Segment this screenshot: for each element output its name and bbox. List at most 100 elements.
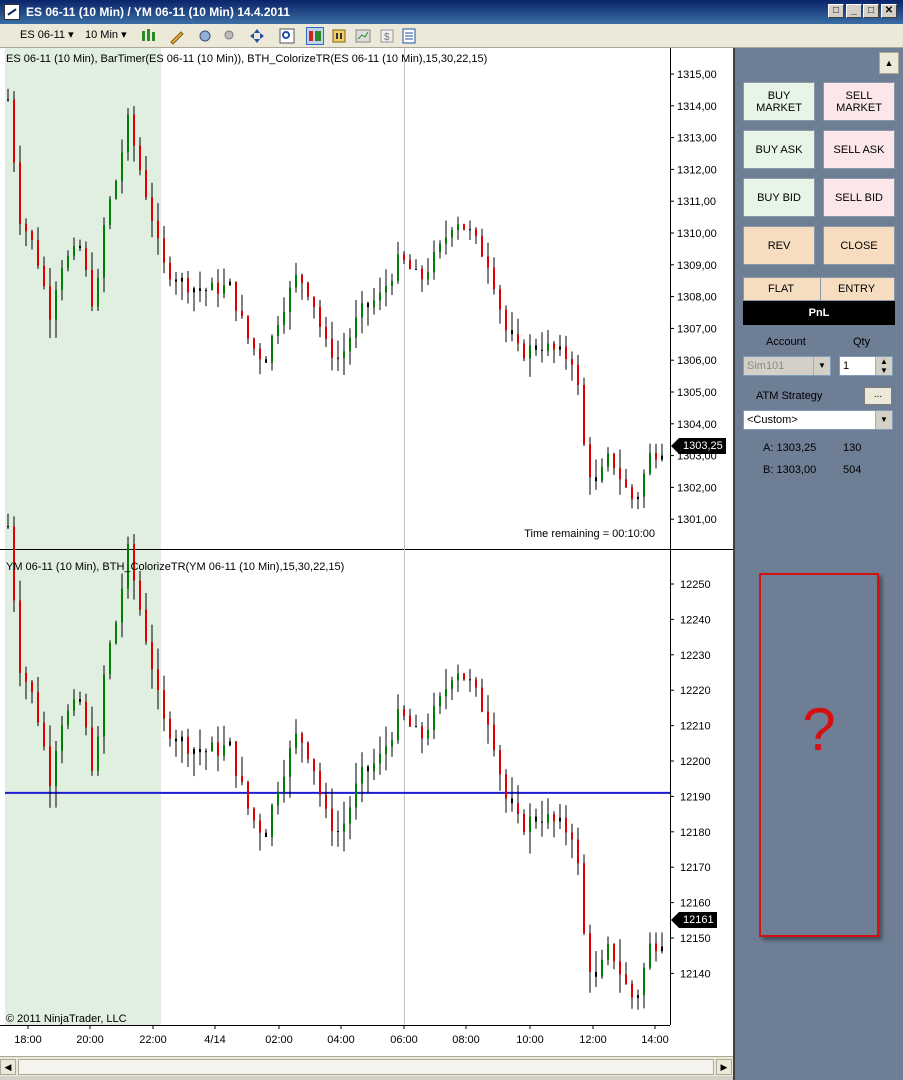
es-candle-body: [391, 280, 393, 287]
atm-strategy-more-button[interactable]: ...: [864, 387, 892, 405]
es-candle-body: [7, 99, 9, 101]
atm-strategy-value: <Custom>: [747, 414, 798, 426]
bar-style-icon[interactable]: [140, 27, 158, 45]
ym-candle-body: [439, 696, 441, 707]
crosshair-zoom-icon[interactable]: [196, 27, 214, 45]
y-tick-label-top: 1310,00: [677, 228, 717, 240]
x-tick-label: 04:00: [327, 1034, 355, 1046]
ym-candle-body: [337, 831, 339, 833]
ym-candle-body: [187, 736, 189, 754]
es-candle-body: [427, 272, 429, 280]
maximize-button[interactable]: □: [863, 4, 879, 18]
price-charts[interactable]: 1315,00 1314,00 1313,00 1312,00 1311,00 1310,…: [0, 48, 733, 1056]
account-select[interactable]: Sim101 ▼: [743, 356, 831, 376]
es-candle-body: [43, 265, 45, 287]
atm-strategy-label: ATM Strategy: [756, 390, 823, 402]
chart-panes[interactable]: 1315,00 1314,00 1313,00 1312,00 1311,00 1310,…: [0, 48, 733, 1056]
es-candle-body: [151, 197, 153, 221]
buy-bid-button[interactable]: BUY BID: [743, 178, 815, 217]
chevron-down-icon: ▾: [68, 29, 74, 41]
scroll-up-icon[interactable]: ▲: [879, 52, 899, 74]
es-candle-body: [247, 316, 249, 339]
quantity-stepper[interactable]: 1 ▲ ▼: [839, 356, 893, 376]
es-candle-body: [277, 325, 279, 336]
es-candle-body: [25, 223, 27, 232]
ym-candle-body: [97, 736, 99, 771]
ym-candle-body: [415, 726, 417, 728]
interval-selector[interactable]: 10 Min ▾: [85, 27, 127, 44]
restore-icon[interactable]: □: [828, 4, 844, 18]
close-position-button[interactable]: CLOSE: [823, 226, 895, 265]
es-candle-body: [157, 220, 159, 239]
es-candle-body: [535, 345, 537, 350]
close-button[interactable]: ✕: [881, 4, 897, 18]
position-divider: [820, 278, 821, 300]
ym-candle-body: [325, 794, 327, 809]
account-value: Sim101: [747, 360, 785, 372]
es-candle-body: [403, 254, 405, 261]
sell-market-button[interactable]: SELL MARKET: [823, 82, 895, 121]
placeholder-box: ?: [759, 573, 879, 937]
strategies-icon[interactable]: [354, 27, 372, 45]
es-candle-body: [259, 348, 261, 360]
reverse-button[interactable]: REV: [743, 226, 815, 265]
x-tick-label: 14:00: [641, 1034, 669, 1046]
x-tick-label: 08:00: [452, 1034, 480, 1046]
ym-candle-body: [433, 706, 435, 731]
instrument-selector[interactable]: ES 06-11 ▾: [20, 27, 74, 44]
es-candle-body: [607, 453, 609, 467]
es-candle-body: [349, 337, 351, 352]
es-candle-body: [79, 245, 81, 249]
ym-candle-body: [85, 701, 87, 728]
ym-candle-body: [25, 672, 27, 682]
indicators-icon[interactable]: [330, 27, 348, 45]
es-candle-body: [481, 236, 483, 257]
sell-ask-button[interactable]: SELL ASK: [823, 130, 895, 169]
ym-candle-body: [247, 781, 249, 809]
chevron-down-icon[interactable]: ▼: [813, 357, 830, 375]
buy-ask-button[interactable]: BUY ASK: [743, 130, 815, 169]
es-candle-body: [553, 343, 555, 350]
ym-candle-body: [103, 674, 105, 737]
chevron-down-icon[interactable]: ▼: [875, 411, 892, 429]
ym-candle-body: [73, 699, 75, 711]
es-candle-body: [547, 343, 549, 351]
search-icon[interactable]: [278, 27, 296, 45]
bid-price: 1303,00: [776, 464, 817, 476]
chart-trader-icon[interactable]: [306, 27, 324, 45]
pin-icon[interactable]: [220, 27, 238, 45]
ym-candle-body: [175, 738, 177, 742]
ym-candle-body: [529, 816, 531, 832]
ym-candle-body: [199, 749, 201, 753]
y-tick-label-bottom: 12250: [680, 579, 711, 591]
interval-label: 10 Min: [85, 29, 119, 41]
es-candle-body: [355, 317, 357, 338]
dollar-icon[interactable]: $: [378, 27, 396, 45]
ym-candle-body: [319, 771, 321, 795]
pencil-draw-icon[interactable]: [168, 27, 186, 45]
ym-candle-body: [223, 745, 225, 756]
minimize-button[interactable]: _: [846, 4, 862, 18]
es-candle-body: [211, 282, 213, 291]
es-candle-body: [559, 346, 561, 350]
move-icon[interactable]: [248, 27, 266, 45]
buy-market-button[interactable]: BUY MARKET: [743, 82, 815, 121]
atm-strategy-select[interactable]: <Custom> ▼: [743, 410, 893, 430]
es-candle-body: [169, 262, 171, 280]
horizontal-scrollbar[interactable]: ◀ ▶: [0, 1056, 733, 1077]
ym-candle-body: [385, 746, 387, 755]
es-candle-body: [139, 145, 141, 171]
es-candle-body: [595, 477, 597, 482]
es-candle-body: [649, 453, 651, 474]
ym-candle-body: [343, 823, 345, 832]
sell-bid-button[interactable]: SELL BID: [823, 178, 895, 217]
window-titlebar[interactable]: ES 06-11 (10 Min) / YM 06-11 (10 Min) 14…: [0, 0, 903, 24]
ym-candle-body: [595, 971, 597, 977]
y-tick-label-bottom: 12170: [680, 862, 711, 874]
stepper-arrows-icon[interactable]: ▲ ▼: [875, 357, 892, 375]
scroll-thumb[interactable]: [18, 1059, 714, 1075]
scroll-left-icon[interactable]: ◀: [0, 1059, 16, 1075]
scroll-right-icon[interactable]: ▶: [716, 1059, 732, 1075]
data-box-icon[interactable]: [400, 27, 418, 45]
es-candle-body: [505, 309, 507, 331]
